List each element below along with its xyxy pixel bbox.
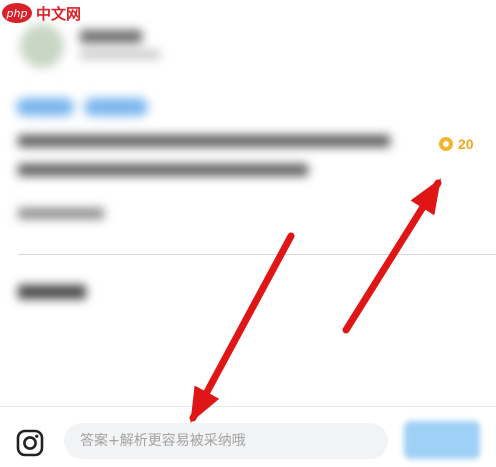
answers-heading-redacted [18, 285, 86, 299]
question-meta-redacted [18, 208, 104, 219]
question-text-redacted [18, 135, 390, 147]
camera-icon [16, 429, 44, 457]
arrow-to-input [189, 232, 295, 423]
topic-tag[interactable] [16, 98, 74, 116]
user-meta-redacted [80, 50, 160, 59]
section-divider [18, 254, 496, 255]
topic-tag[interactable] [84, 98, 148, 116]
question-detail-screen: php 中文网 20 [0, 0, 496, 467]
watermark-text: 中文网 [36, 4, 82, 23]
submit-answer-button[interactable] [404, 421, 480, 459]
reward-badge: 20 [439, 136, 474, 152]
avatar[interactable] [20, 24, 64, 68]
reward-value: 20 [458, 136, 474, 152]
site-watermark: php 中文网 [0, 0, 84, 26]
watermark-logo: php [2, 3, 32, 23]
arrow-to-reward [342, 178, 442, 334]
annotation-arrows [189, 178, 442, 423]
camera-button[interactable] [16, 429, 44, 457]
coin-icon [439, 137, 453, 151]
answer-bar [0, 406, 496, 467]
question-text-redacted [18, 164, 308, 176]
answer-input[interactable] [64, 423, 388, 459]
username-redacted [80, 30, 142, 43]
